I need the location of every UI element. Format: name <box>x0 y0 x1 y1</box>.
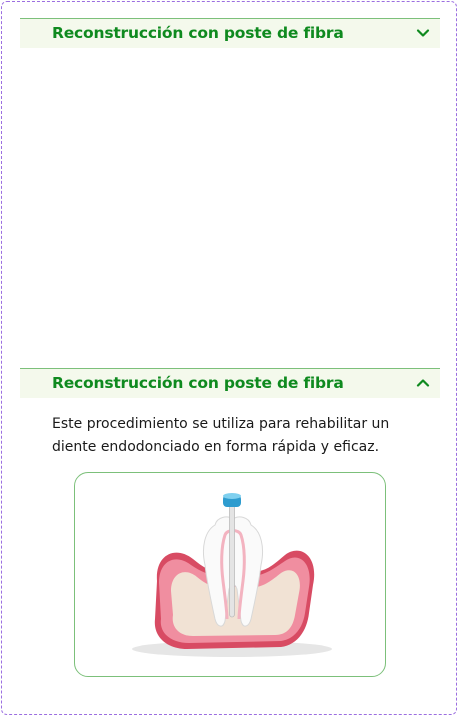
tooth-fiber-post-illustration <box>132 493 332 657</box>
illustration-card <box>74 472 386 677</box>
section-description: Este procedimiento se utiliza para rehab… <box>52 416 390 455</box>
accordion-header-expanded[interactable]: Reconstrucción con poste de fibra <box>20 368 440 398</box>
chevron-down-icon <box>416 29 430 37</box>
accordion-header-collapsed[interactable]: Reconstrucción con poste de fibra <box>20 18 440 48</box>
accordion-title: Reconstrucción con poste de fibra <box>52 24 344 42</box>
chevron-up-icon <box>416 379 430 387</box>
accordion-title: Reconstrucción con poste de fibra <box>52 374 344 392</box>
